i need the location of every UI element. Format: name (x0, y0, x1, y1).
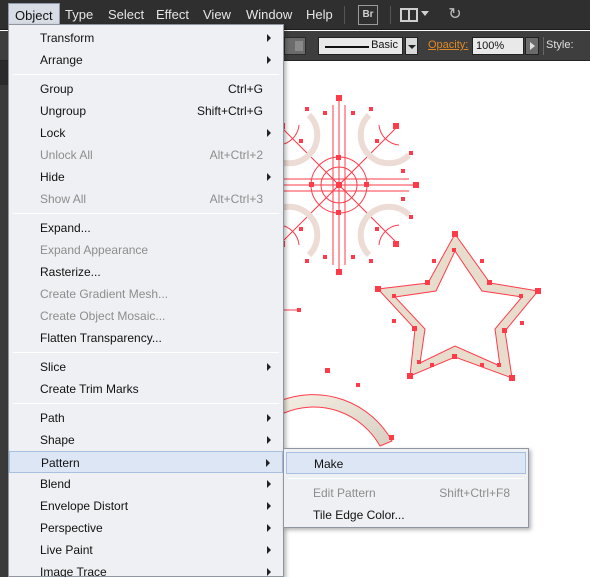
submenu-item-shortcut: Shift+Ctrl+F8 (439, 486, 510, 500)
style-label: Style: (546, 39, 574, 51)
submenu-arrow-icon (267, 56, 271, 64)
submenu-arrow-icon (267, 173, 271, 181)
menu-item-label: Image Trace (40, 565, 107, 577)
menu-help[interactable]: Help (300, 0, 339, 30)
submenu-arrow-icon (267, 524, 271, 532)
menu-item-label: Expand... (40, 221, 91, 235)
submenu-arrow-icon (266, 459, 270, 467)
sync-settings-icon[interactable]: ↻ (445, 5, 465, 25)
bridge-icon[interactable]: Br (358, 5, 378, 25)
menu-item-arrange[interactable]: Arrange (9, 49, 283, 71)
menu-item-expand[interactable]: Expand... (9, 217, 283, 239)
opacity-label[interactable]: Opacity: (428, 39, 468, 51)
menu-item-label: Create Trim Marks (40, 382, 139, 396)
opacity-slider-button[interactable] (525, 37, 539, 55)
menu-item-shape[interactable]: Shape (9, 429, 283, 451)
submenu-arrow-icon (267, 414, 271, 422)
brush-stroke-preview (325, 46, 369, 48)
brush-dropdown-button[interactable] (405, 37, 418, 55)
menu-divider (288, 478, 524, 479)
menu-item-shortcut: Alt+Ctrl+3 (209, 192, 263, 206)
menu-item-label: Ungroup (40, 104, 87, 118)
menu-divider (13, 352, 279, 353)
menubar-separator (390, 6, 391, 24)
menu-item-label: Create Gradient Mesh... (40, 287, 169, 301)
menu-item-label: Flatten Transparency... (40, 331, 162, 345)
submenu-arrow-icon (267, 480, 271, 488)
control-separator (543, 37, 544, 55)
menu-item-shortcut: Ctrl+G (227, 82, 263, 96)
menu-item-slice[interactable]: Slice (9, 356, 283, 378)
chevron-down-icon[interactable] (421, 11, 429, 16)
menu-item-label: Transform (40, 31, 95, 45)
menu-item-label: Perspective (40, 521, 103, 535)
menu-item-label: Rasterize... (40, 265, 101, 279)
menu-item-envelope-distort[interactable]: Envelope Distort (9, 495, 283, 517)
star-artwork[interactable] (375, 231, 541, 381)
menu-divider (13, 213, 279, 214)
menu-item-label: Slice (40, 360, 67, 374)
menu-item-pattern[interactable]: Pattern (9, 451, 283, 473)
object-menu: Transform Arrange Group Ctrl+G Ungroup S… (8, 24, 284, 577)
menu-item-label: Blend (40, 477, 71, 491)
menu-divider (13, 74, 279, 75)
menu-item-unlock-all: Unlock All Alt+Ctrl+2 (9, 144, 283, 166)
menu-item-label: Expand Appearance (40, 243, 149, 257)
ring-artwork[interactable] (279, 368, 394, 447)
submenu-arrow-icon (267, 436, 271, 444)
menu-item-label: Pattern (41, 456, 80, 470)
menu-item-transform[interactable]: Transform (9, 27, 283, 49)
menu-item-ungroup[interactable]: Ungroup Shift+Ctrl+G (9, 100, 283, 122)
menu-item-label: Hide (40, 170, 65, 184)
menu-item-blend[interactable]: Blend (9, 473, 283, 495)
submenu-arrow-icon (267, 129, 271, 137)
stroke-weight-field[interactable] (284, 37, 306, 55)
anchor-point[interactable] (297, 308, 301, 312)
menu-item-label: Show All (40, 192, 87, 206)
menu-item-hide[interactable]: Hide (9, 166, 283, 188)
menu-item-label: Create Object Mosaic... (40, 309, 166, 323)
menu-item-label: Lock (40, 126, 66, 140)
menu-item-perspective[interactable]: Perspective (9, 517, 283, 539)
brush-definition-dropdown[interactable]: Basic (318, 37, 403, 55)
menu-item-flatten-transparency[interactable]: Flatten Transparency... (9, 327, 283, 349)
arrange-documents-icon[interactable] (400, 8, 418, 22)
submenu-arrow-icon (267, 34, 271, 42)
menu-item-label: Group (40, 82, 74, 96)
pattern-submenu: Make Edit Pattern Shift+Ctrl+F8 Tile Edg… (283, 448, 529, 528)
menu-item-lock[interactable]: Lock (9, 122, 283, 144)
menu-item-create-gradient-mesh: Create Gradient Mesh... (9, 283, 283, 305)
menu-item-create-object-mosaic: Create Object Mosaic... (9, 305, 283, 327)
menu-item-label: Unlock All (40, 148, 93, 162)
menu-item-label: Envelope Distort (40, 499, 129, 513)
submenu-item-label: Make (314, 457, 344, 471)
submenu-item-edit-pattern: Edit Pattern Shift+Ctrl+F8 (286, 482, 526, 504)
menu-item-show-all: Show All Alt+Ctrl+3 (9, 188, 283, 210)
submenu-arrow-icon (267, 363, 271, 371)
submenu-item-tile-edge-color[interactable]: Tile Edge Color... (286, 504, 526, 526)
menu-item-create-trim-marks[interactable]: Create Trim Marks (9, 378, 283, 400)
menu-item-label: Live Paint (40, 543, 93, 557)
menu-item-rasterize[interactable]: Rasterize... (9, 261, 283, 283)
brush-label: Basic (371, 39, 398, 51)
menubar-separator (344, 6, 345, 24)
menu-item-label: Path (40, 411, 65, 425)
submenu-item-make[interactable]: Make (286, 452, 526, 474)
submenu-arrow-icon (267, 502, 271, 510)
menu-item-group[interactable]: Group Ctrl+G (9, 78, 283, 100)
menu-item-label: Arrange (40, 53, 83, 67)
menu-item-image-trace[interactable]: Image Trace (9, 561, 283, 577)
menu-item-label: Shape (40, 433, 75, 447)
menu-item-live-paint[interactable]: Live Paint (9, 539, 283, 561)
menu-divider (13, 403, 279, 404)
menu-item-path[interactable]: Path (9, 407, 283, 429)
submenu-item-label: Tile Edge Color... (313, 508, 405, 522)
opacity-input[interactable]: 100% (472, 37, 524, 55)
menu-item-shortcut: Alt+Ctrl+2 (209, 148, 263, 162)
submenu-arrow-icon (267, 546, 271, 554)
submenu-arrow-icon (267, 568, 271, 576)
menu-item-shortcut: Shift+Ctrl+G (196, 104, 263, 118)
menu-item-expand-appearance: Expand Appearance (9, 239, 283, 261)
submenu-item-label: Edit Pattern (313, 486, 376, 500)
